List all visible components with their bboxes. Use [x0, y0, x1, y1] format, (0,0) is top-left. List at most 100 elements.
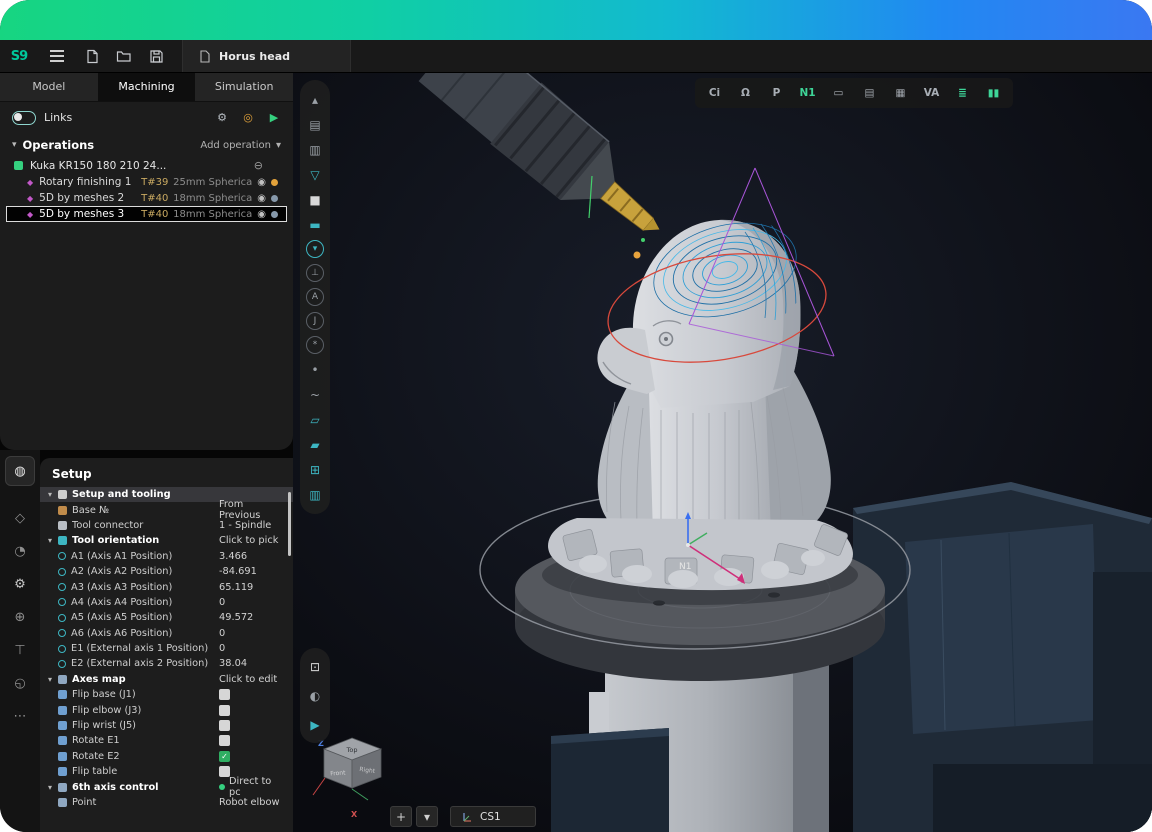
stock-cylinder-icon[interactable]: ▬	[303, 213, 327, 236]
add-operation-button[interactable]: Add operation ▾	[200, 140, 281, 151]
workpiece-solid-icon[interactable]: ■	[303, 188, 327, 211]
setup-row-a3-axis-a3-position[interactable]: A3 (Axis A3 Position)65.119	[40, 579, 293, 594]
setup-scrollbar[interactable]	[288, 492, 291, 556]
machine-tree-row[interactable]: Kuka KR150 180 210 24... ⊖	[0, 157, 293, 174]
app-logo[interactable]: S9	[0, 49, 38, 64]
setup-row-a5-axis-a5-position[interactable]: A5 (Axis A5 Position)49.572	[40, 610, 293, 625]
new-file-icon[interactable]	[76, 40, 108, 72]
setup-row-point[interactable]: PointRobot elbow	[40, 795, 293, 810]
setup-row-value	[219, 735, 285, 746]
links-toggle[interactable]	[12, 111, 36, 125]
operation-output-icon[interactable]: ◉	[257, 177, 266, 188]
more-options-icon[interactable]: ⋯	[7, 703, 33, 729]
gauge-icon[interactable]: ◔	[7, 538, 33, 564]
setup-row-value: -84.691	[219, 566, 285, 577]
links-run-icon[interactable]: ▶	[267, 111, 281, 124]
operation-output-icon[interactable]: ◉	[257, 209, 266, 220]
a-circle-icon[interactable]: A	[306, 288, 324, 306]
mesh-grid-icon[interactable]: ⊞	[303, 458, 327, 481]
links-target-icon[interactable]: ◎	[241, 111, 255, 124]
setup-row-flip-base-j1[interactable]: Flip base (J1)	[40, 687, 293, 702]
star-circle-icon[interactable]: *	[306, 336, 324, 354]
checkbox[interactable]	[219, 689, 230, 700]
setup-row-label: A3 (Axis A3 Position)	[71, 582, 219, 593]
window-top-gradient	[0, 0, 1152, 40]
row-icon	[58, 645, 66, 653]
add-cs-button[interactable]: +	[390, 806, 412, 827]
collision-check-icon[interactable]: Ci	[700, 81, 729, 105]
operation-row-rotary-finishing-1[interactable]: ◆Rotary finishing 1T#3925mm Spherica◉	[6, 174, 287, 190]
document-tab[interactable]: Horus head	[182, 40, 351, 72]
setup-row-6th-axis-control[interactable]: ▾6th axis controlDirect to pc	[40, 779, 293, 794]
setup-row-axes-map[interactable]: ▾Axes mapClick to edit	[40, 672, 293, 687]
setup-row-a6-axis-a6-position[interactable]: A6 (Axis A6 Position)0	[40, 626, 293, 641]
workpiece-display-icon[interactable]: ▭	[824, 81, 853, 105]
operation-output-icon[interactable]: ◉	[257, 193, 266, 204]
setup-row-flip-wrist-j5[interactable]: Flip wrist (J5)	[40, 718, 293, 733]
workplane-icon[interactable]: ▥	[303, 483, 327, 506]
tab-machining[interactable]: Machining	[98, 72, 196, 101]
setup-row-label: Setup and tooling	[72, 489, 219, 500]
collapse-minus-icon[interactable]: ⊖	[254, 159, 263, 172]
open-file-icon[interactable]	[108, 40, 140, 72]
transform-icon[interactable]: ⊕	[7, 604, 33, 630]
links-settings-gear-icon[interactable]: ⚙	[215, 111, 229, 124]
stats-display-icon[interactable]: ▮▮	[979, 81, 1008, 105]
setup-row-rotate-e2[interactable]: Rotate E2✓	[40, 749, 293, 764]
axes-display-icon[interactable]: VA	[917, 81, 946, 105]
checkbox[interactable]	[219, 735, 230, 746]
main-menu-icon[interactable]	[50, 55, 64, 57]
cs-dropdown-button[interactable]: ▾	[416, 806, 438, 827]
layers-display-icon[interactable]: ≣	[948, 81, 977, 105]
stock-icon[interactable]: ▥	[303, 138, 327, 161]
viewport-3d[interactable]: N1 Top Front Right Z X	[293, 72, 1152, 832]
setup-row-label: Rotate E2	[72, 751, 219, 762]
viewport-scene[interactable]: N1 Top Front Right Z X	[293, 72, 1152, 832]
setup-row-a2-axis-a2-position[interactable]: A2 (Axis A2 Position)-84.691	[40, 564, 293, 579]
tab-model[interactable]: Model	[0, 72, 98, 101]
setup-row-e1-external-axis-1-position[interactable]: E1 (External axis 1 Position)0	[40, 641, 293, 656]
holder-icon[interactable]: ▽	[303, 163, 327, 186]
dot-icon[interactable]: •	[303, 358, 327, 381]
post-processor-icon[interactable]: ▤	[303, 113, 327, 136]
curve-icon[interactable]: ~	[303, 383, 327, 406]
setup-row-a1-axis-a1-position[interactable]: A1 (Axis A1 Position)3.466	[40, 549, 293, 564]
tab-simulation[interactable]: Simulation	[195, 72, 293, 101]
model-view-icon[interactable]: ◍	[5, 456, 35, 486]
fixture-display-icon[interactable]: ▤	[855, 81, 884, 105]
machine-n1-icon[interactable]: N1	[793, 81, 822, 105]
tooling-icon[interactable]: ⊤	[7, 637, 33, 663]
surface-icon[interactable]: ▰	[303, 433, 327, 456]
shading-icon[interactable]: ◐	[303, 684, 327, 707]
setup-row-base[interactable]: Base №From Previous	[40, 502, 293, 517]
setup-row-tool-orientation[interactable]: ▾Tool orientationClick to pick	[40, 533, 293, 548]
history-icon[interactable]: ◵	[7, 670, 33, 696]
save-file-icon[interactable]	[140, 40, 172, 72]
rotate-view-icon[interactable]: ▶	[303, 713, 327, 736]
operation-row-5d-by-meshes-2[interactable]: ◆5D by meshes 2T#4018mm Spherica◉	[6, 190, 287, 206]
grid-display-icon[interactable]: ▦	[886, 81, 915, 105]
probe-flag-icon[interactable]: P	[762, 81, 791, 105]
setup-row-flip-elbow-j3[interactable]: Flip elbow (J3)	[40, 702, 293, 717]
tool-number: T#39	[141, 177, 173, 188]
setup-row-rotate-e1[interactable]: Rotate E1	[40, 733, 293, 748]
checkbox[interactable]: ✓	[219, 751, 230, 762]
setup-row-a4-axis-a4-position[interactable]: A4 (Axis A4 Position)0	[40, 595, 293, 610]
plane-icon[interactable]: ▱	[303, 408, 327, 431]
row-icon	[58, 598, 66, 606]
settings-gear-icon[interactable]: ⚙	[7, 571, 33, 597]
coordinate-system-selector[interactable]: CS1	[450, 806, 536, 827]
fit-view-icon[interactable]: ⊡	[303, 655, 327, 678]
tool-circle-icon[interactable]: ⊥	[306, 264, 324, 282]
snap-magnet-icon[interactable]: Ω	[731, 81, 760, 105]
scroll-up-icon[interactable]: ▴	[303, 88, 327, 111]
filter-circle-icon[interactable]: ▾	[306, 240, 324, 258]
j-circle-icon[interactable]: J	[306, 312, 324, 330]
setup-row-value: 1 - Spindle	[219, 520, 285, 531]
setup-row-e2-external-axis-2-position[interactable]: E2 (External axis 2 Position)38.04	[40, 656, 293, 671]
operation-row-5d-by-meshes-3[interactable]: ◆5D by meshes 3T#4018mm Spherica◉	[6, 206, 287, 222]
checkbox[interactable]	[219, 705, 230, 716]
workpiece-icon[interactable]: ◇	[7, 505, 33, 531]
checkbox[interactable]	[219, 720, 230, 731]
setup-row-tool-connector[interactable]: Tool connector1 - Spindle	[40, 518, 293, 533]
